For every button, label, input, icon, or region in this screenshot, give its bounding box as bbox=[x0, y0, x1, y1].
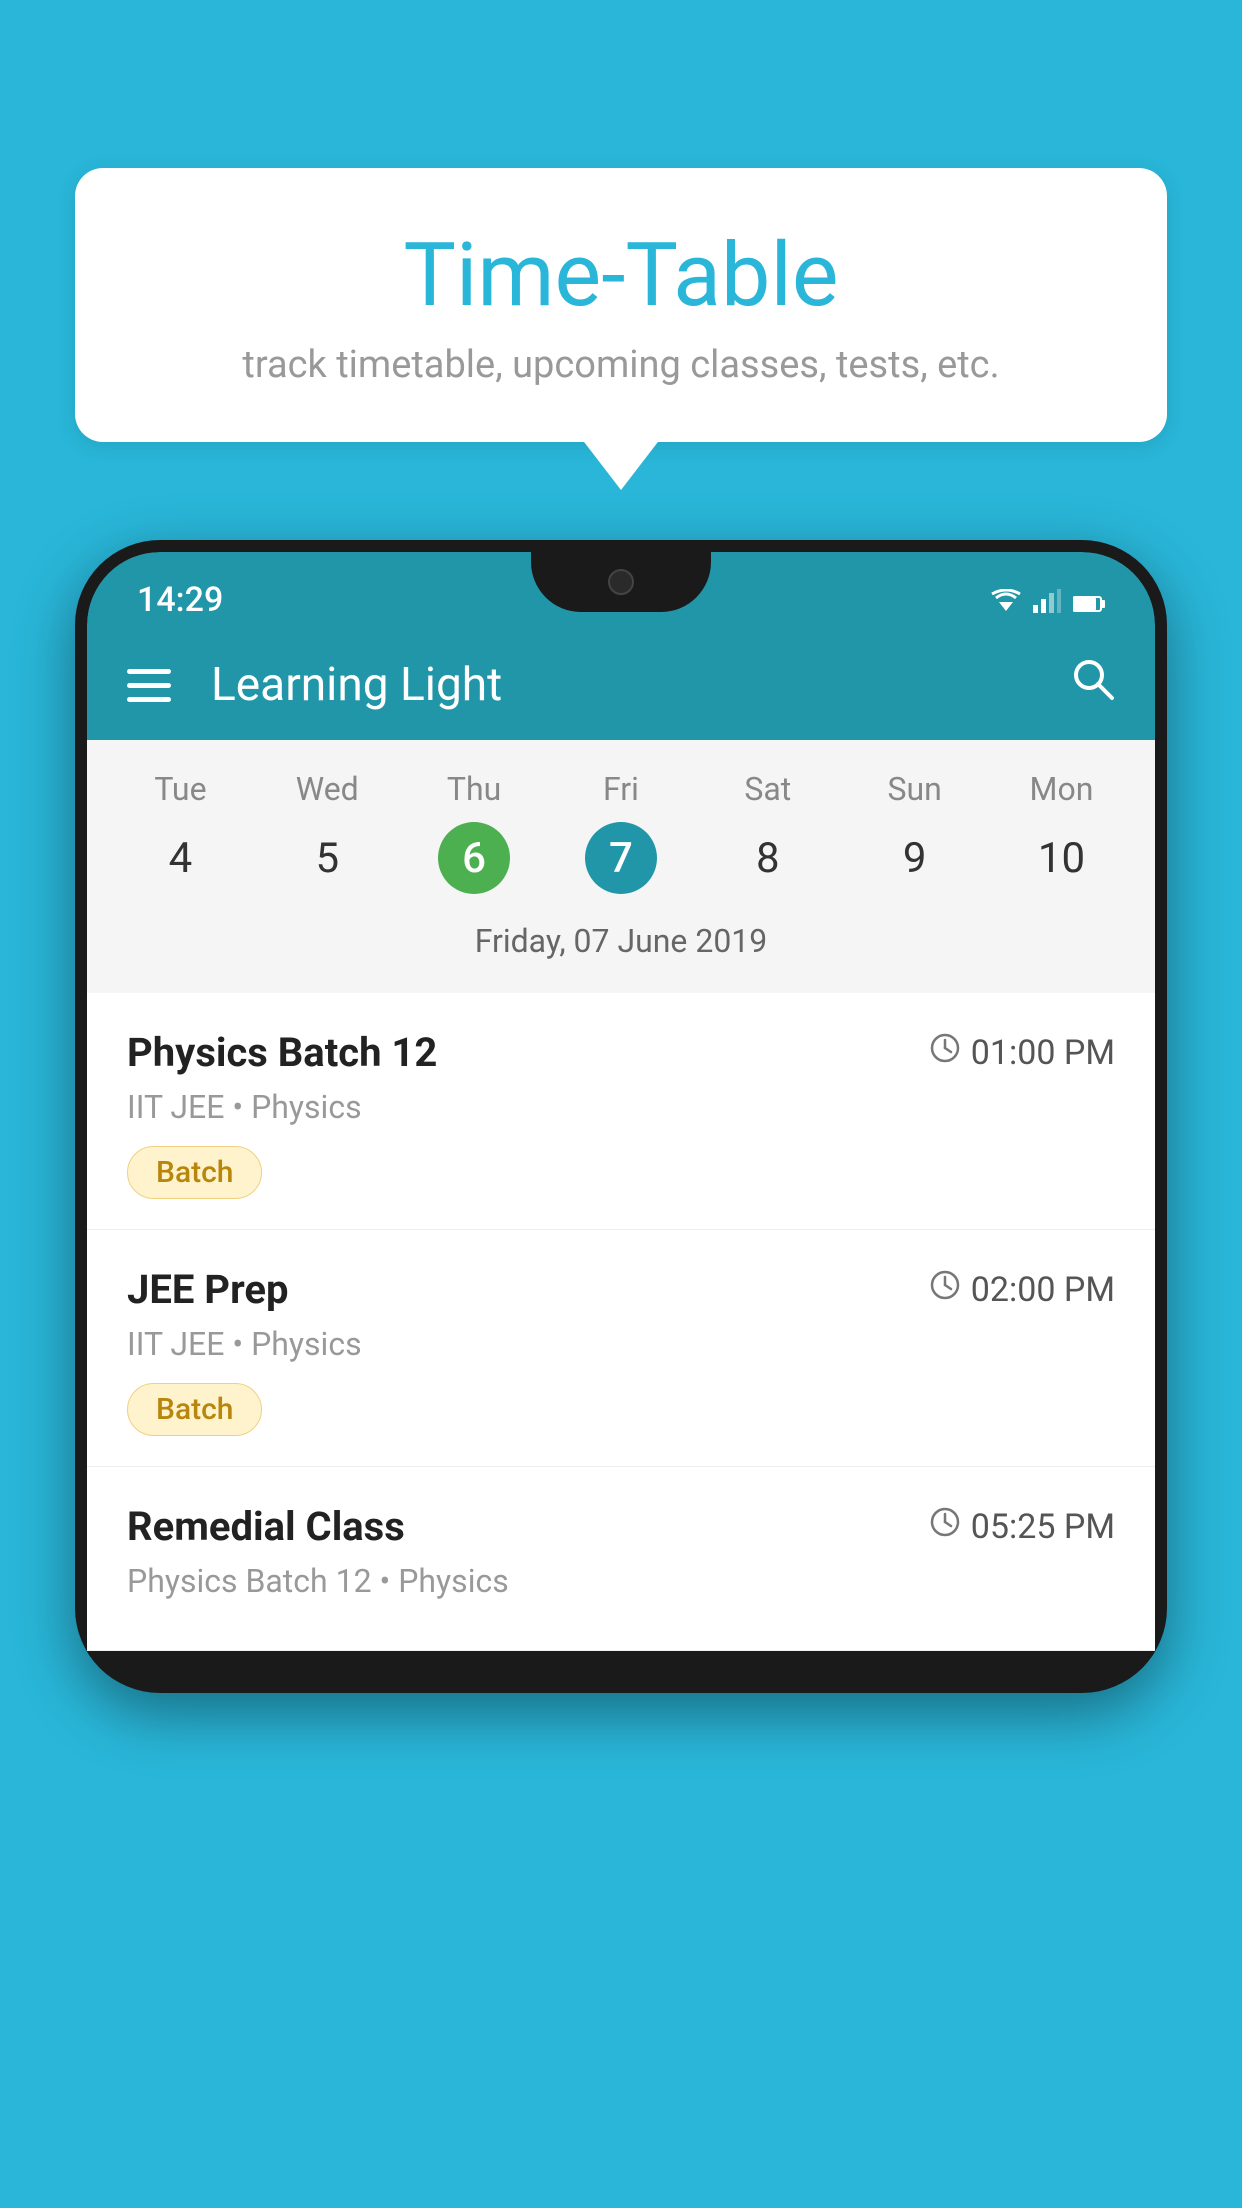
clock-icon bbox=[929, 1269, 961, 1310]
item-header: JEE Prep 02:00 PM bbox=[127, 1266, 1115, 1313]
phone-screen: Tue 4 Wed 5 Thu 6 Fri 7 Sat 8 Sun 9 Mon 10 Friday, 07… bbox=[87, 740, 1155, 1651]
bubble-title: Time-Table bbox=[115, 228, 1127, 325]
phone-bottom bbox=[87, 1651, 1155, 1681]
day-name: Thu bbox=[447, 770, 501, 808]
day-number: 8 bbox=[732, 822, 804, 894]
day-cell[interactable]: Tue 4 bbox=[115, 770, 245, 894]
day-row: Tue 4 Wed 5 Thu 6 Fri 7 Sat 8 Sun 9 Mon 10 bbox=[107, 770, 1135, 894]
speech-bubble: Time-Table track timetable, upcoming cla… bbox=[75, 168, 1167, 442]
day-name: Wed bbox=[296, 770, 359, 808]
signal-icon bbox=[1033, 587, 1061, 620]
clock-icon bbox=[929, 1506, 961, 1547]
item-header: Remedial Class 05:25 PM bbox=[127, 1503, 1115, 1550]
day-cell[interactable]: Mon 10 bbox=[996, 770, 1126, 894]
batch-tag: Batch bbox=[127, 1146, 262, 1199]
schedule-list: Physics Batch 12 01:00 PM IIT JEE • Physi… bbox=[87, 993, 1155, 1651]
day-number: 10 bbox=[1025, 822, 1097, 894]
status-time: 14:29 bbox=[137, 580, 223, 620]
day-cell[interactable]: Thu 6 bbox=[409, 770, 539, 894]
schedule-item[interactable]: Remedial Class 05:25 PM Physics Batch 12 … bbox=[87, 1467, 1155, 1651]
day-name: Fri bbox=[603, 770, 639, 808]
hamburger-button[interactable] bbox=[127, 669, 171, 702]
bubble-subtitle: track timetable, upcoming classes, tests… bbox=[115, 343, 1127, 387]
item-name: JEE Prep bbox=[127, 1266, 288, 1313]
calendar-strip: Tue 4 Wed 5 Thu 6 Fri 7 Sat 8 Sun 9 Mon 10 Friday, 07… bbox=[87, 740, 1155, 993]
item-name: Physics Batch 12 bbox=[127, 1029, 437, 1076]
item-time: 01:00 PM bbox=[929, 1032, 1115, 1073]
day-number: 4 bbox=[144, 822, 216, 894]
notch bbox=[531, 552, 711, 612]
day-number: 7 bbox=[585, 822, 657, 894]
day-number: 6 bbox=[438, 822, 510, 894]
battery-icon bbox=[1073, 587, 1105, 620]
day-name: Sun bbox=[887, 770, 941, 808]
app-title: Learning Light bbox=[211, 658, 1031, 712]
item-sub: IIT JEE • Physics bbox=[127, 1325, 1115, 1363]
item-name: Remedial Class bbox=[127, 1503, 405, 1550]
wifi-icon bbox=[991, 587, 1021, 620]
item-sub: Physics Batch 12 • Physics bbox=[127, 1562, 1115, 1600]
day-cell[interactable]: Wed 5 bbox=[262, 770, 392, 894]
batch-tag: Batch bbox=[127, 1383, 262, 1436]
day-cell[interactable]: Sat 8 bbox=[703, 770, 833, 894]
day-number: 5 bbox=[291, 822, 363, 894]
schedule-item[interactable]: Physics Batch 12 01:00 PM IIT JEE • Physi… bbox=[87, 993, 1155, 1230]
camera bbox=[608, 569, 634, 595]
day-name: Sat bbox=[744, 770, 791, 808]
phone-frame: 14:29 bbox=[75, 540, 1167, 1693]
search-icon[interactable] bbox=[1071, 657, 1115, 713]
day-name: Tue bbox=[154, 770, 206, 808]
item-sub: IIT JEE • Physics bbox=[127, 1088, 1115, 1126]
day-cell[interactable]: Sun 9 bbox=[850, 770, 980, 894]
clock-icon bbox=[929, 1032, 961, 1073]
phone-top: 14:29 bbox=[87, 552, 1155, 1651]
item-header: Physics Batch 12 01:00 PM bbox=[127, 1029, 1115, 1076]
status-bar: 14:29 bbox=[87, 552, 1155, 630]
day-name: Mon bbox=[1030, 770, 1094, 808]
day-cell[interactable]: Fri 7 bbox=[556, 770, 686, 894]
day-number: 9 bbox=[879, 822, 951, 894]
selected-date-label: Friday, 07 June 2019 bbox=[107, 912, 1135, 978]
item-time: 05:25 PM bbox=[929, 1506, 1115, 1547]
item-time: 02:00 PM bbox=[929, 1269, 1115, 1310]
schedule-item[interactable]: JEE Prep 02:00 PM IIT JEE • Physics Batch bbox=[87, 1230, 1155, 1467]
phone-wrapper: 14:29 bbox=[75, 540, 1167, 2208]
app-bar: Learning Light bbox=[87, 630, 1155, 740]
status-icons bbox=[991, 587, 1105, 620]
